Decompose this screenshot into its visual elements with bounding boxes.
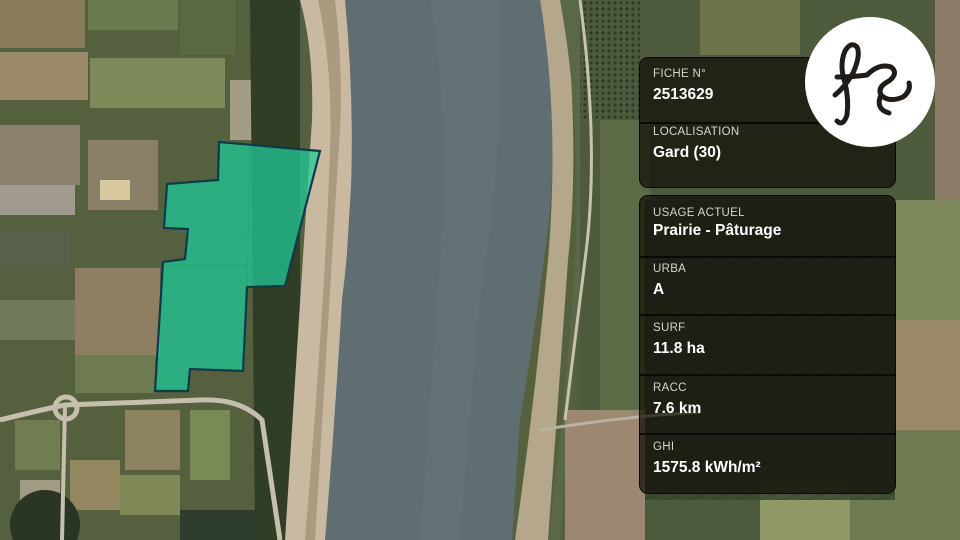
attribute-surf: SURF 11.8 ha [640,321,895,358]
attribute-value: 11.8 ha [653,340,705,357]
attribute-racc: RACC 7.6 km [640,381,895,418]
divider [640,314,895,316]
attribute-usage: USAGE ACTUEL Prairie - Pâturage [640,206,895,240]
attribute-value: Prairie - Pâturage [653,222,782,239]
parcel-attributes-card: USAGE ACTUEL Prairie - Pâturage URBA A S… [639,195,896,494]
fs-monogram-logo [805,17,935,147]
attribute-ghi: GHI 1575.8 kWh/m² [640,440,895,477]
attribute-label: GHI [653,441,675,453]
fs-logo-icon [832,42,912,126]
divider [640,256,895,258]
attribute-label: USAGE ACTUEL [653,207,745,219]
divider [640,433,895,435]
attribute-urba: URBA A [640,262,895,299]
attribute-label: RACC [653,382,687,394]
attribute-value: 1575.8 kWh/m² [653,459,761,476]
attribute-value: A [653,281,665,298]
attribute-value: 7.6 km [653,400,702,417]
divider [640,374,895,376]
attribute-label: SURF [653,322,686,334]
attribute-label: URBA [653,263,687,275]
